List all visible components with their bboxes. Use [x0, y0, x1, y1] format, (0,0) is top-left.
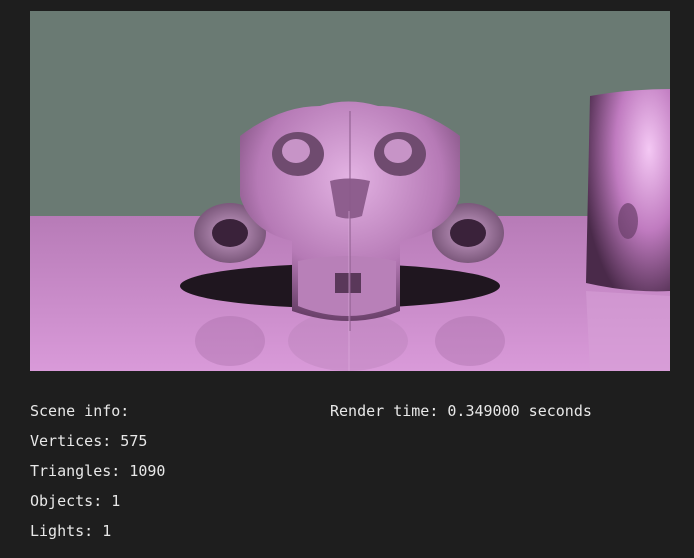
vertices-count: Vertices: 575: [30, 432, 148, 450]
render-time: Render time: 0.349000 seconds: [330, 402, 592, 420]
lights-count: Lights: 1: [30, 522, 112, 540]
render-viewport: [30, 11, 670, 371]
scene-info-label: Scene info:: [30, 402, 130, 420]
rendered-scene: [30, 11, 670, 371]
cylinder-object: [586, 89, 670, 371]
objects-count: Objects: 1: [30, 492, 121, 510]
triangles-count: Triangles: 1090: [30, 462, 166, 480]
